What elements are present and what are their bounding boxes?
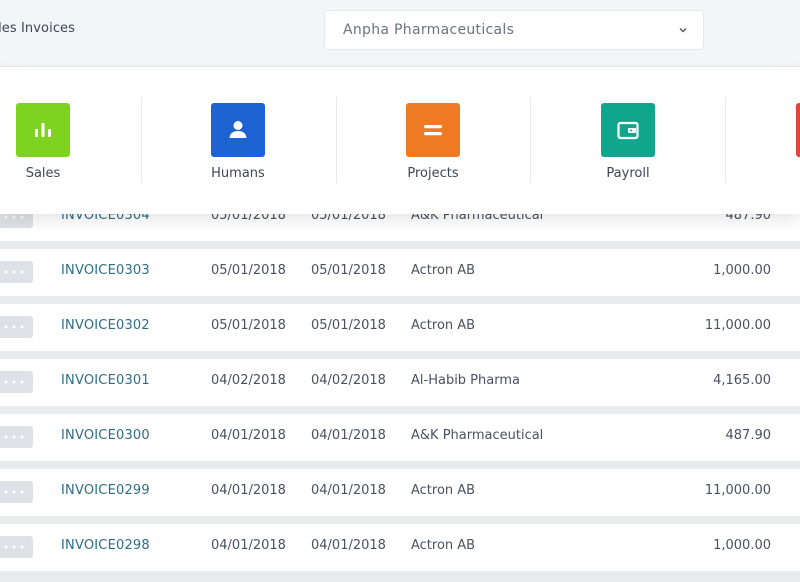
more-dots-icon [4,380,24,384]
invoice-due-date: 04/01/2018 [311,428,386,443]
nav-item-label: Sales [25,166,61,181]
chevron-down-icon [679,28,687,33]
table-row[interactable]: INVOICE0299 04/01/2018 04/01/2018 Actron… [0,469,800,516]
invoice-due-date: 04/02/2018 [311,373,386,388]
invoice-due-date: 05/01/2018 [311,263,386,278]
invoice-due-date: 04/01/2018 [311,538,386,553]
module-nav-panel: Sales Humans Projects Payroll [0,67,800,214]
page-title: ales Invoices [0,21,76,36]
more-dots-icon [4,435,24,439]
sales-tile [16,103,70,157]
nav-item-label: Payroll [606,166,650,181]
invoice-due-date: 04/01/2018 [311,483,386,498]
invoice-date: 04/01/2018 [211,483,286,498]
invoice-customer: Actron AB [411,538,476,553]
invoice-number-link[interactable]: INVOICE0301 [61,373,150,388]
more-actions-button[interactable] [0,261,33,283]
table-row[interactable]: INVOICE0300 04/01/2018 04/01/2018 A&K Ph… [0,414,800,461]
more-actions-button[interactable] [0,536,33,558]
company-select-value: Anpha Pharmaceuticals [343,22,515,38]
nav-item-payroll[interactable]: Payroll [530,67,725,214]
invoice-date: 05/01/2018 [211,318,286,333]
invoice-customer: Actron AB [411,318,476,333]
more-actions-button[interactable] [0,316,33,338]
nav-item-partial[interactable] [725,67,800,214]
table-row[interactable]: INVOICE0303 05/01/2018 05/01/2018 Actron… [0,249,800,296]
bar-chart-icon [35,123,51,137]
more-dots-icon [4,270,24,274]
invoice-number-link[interactable]: INVOICE0300 [61,428,150,443]
partial-tile [796,103,800,157]
invoice-date: 04/01/2018 [211,538,286,553]
person-icon [229,121,247,138]
projects-tile [406,103,460,157]
humans-tile [211,103,265,157]
table-row[interactable]: INVOICE0302 05/01/2018 05/01/2018 Actron… [0,304,800,351]
nav-item-humans[interactable]: Humans [140,67,335,214]
invoice-number-link[interactable]: INVOICE0299 [61,483,150,498]
invoice-amount: 4,165.00 [713,373,771,388]
equals-icon [424,125,442,136]
invoice-customer: A&K Pharmaceutical [411,428,544,443]
invoice-amount: 11,000.00 [704,318,771,333]
invoice-amount: 11,000.00 [704,483,771,498]
more-dots-icon [4,545,24,549]
invoice-number-link[interactable]: INVOICE0302 [61,318,150,333]
payroll-tile [601,103,655,157]
invoice-customer: Actron AB [411,263,476,278]
nav-item-projects[interactable]: Projects [335,67,530,214]
invoice-customer: Al-Habib Pharma [411,373,520,388]
invoice-date: 04/01/2018 [211,428,286,443]
invoice-date: 05/01/2018 [211,263,286,278]
invoice-number-link[interactable]: INVOICE0298 [61,538,150,553]
nav-item-label: Projects [407,166,459,181]
more-dots-icon [4,215,24,219]
nav-item-label: Humans [211,166,265,181]
invoice-amount: 487.90 [725,428,772,443]
more-dots-icon [4,325,24,329]
company-select[interactable]: Anpha Pharmaceuticals [324,10,704,50]
top-bar: ales Invoices Anpha Pharmaceuticals [0,0,800,67]
more-actions-button[interactable] [0,481,33,503]
table-row[interactable]: INVOICE0298 04/01/2018 04/01/2018 Actron… [0,524,800,571]
more-actions-button[interactable] [0,426,33,448]
table-row[interactable]: INVOICE0301 04/02/2018 04/02/2018 Al-Hab… [0,359,800,406]
invoice-number-link[interactable]: INVOICE0303 [61,263,150,278]
more-dots-icon [4,490,24,494]
more-actions-button[interactable] [0,371,33,393]
invoice-customer: Actron AB [411,483,476,498]
invoice-date: 04/02/2018 [211,373,286,388]
wallet-icon [617,121,639,140]
nav-item-sales[interactable]: Sales [0,67,140,214]
invoice-amount: 1,000.00 [713,538,771,553]
invoice-due-date: 05/01/2018 [311,318,386,333]
invoice-amount: 1,000.00 [713,263,771,278]
